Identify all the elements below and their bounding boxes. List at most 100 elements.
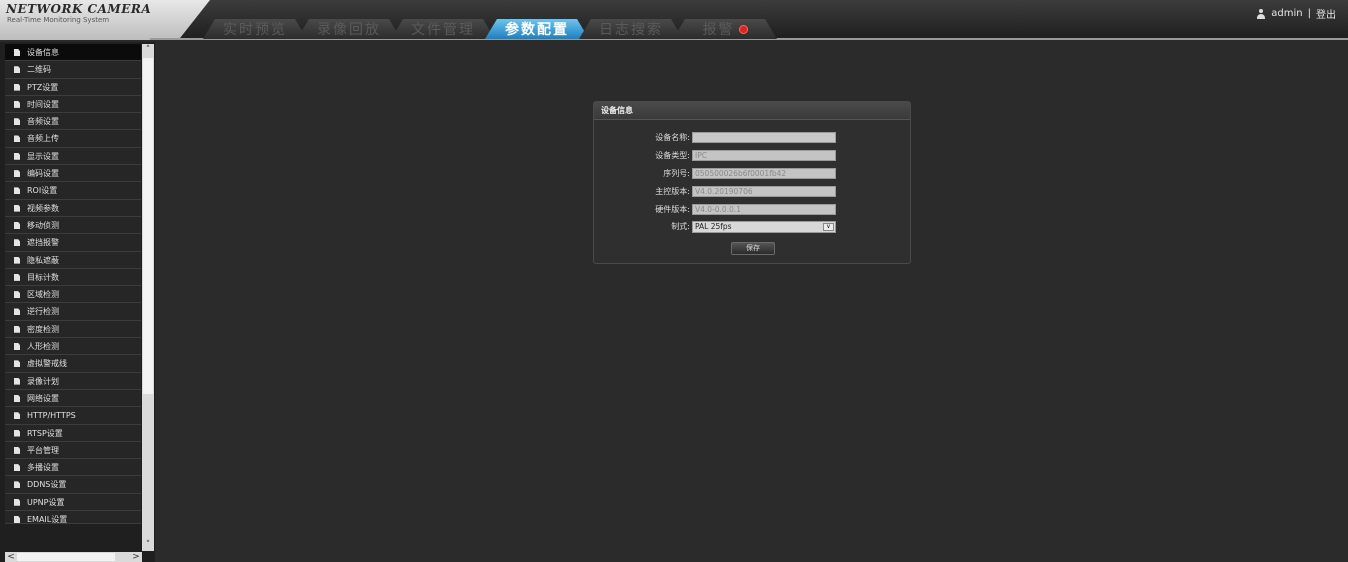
scroll-up-icon[interactable]: ˄ bbox=[142, 44, 154, 56]
user-icon bbox=[1256, 8, 1266, 19]
sidebar-item-display[interactable]: 显示设置 bbox=[5, 147, 141, 166]
sidebar-item-record-schedule[interactable]: 录像计划 bbox=[5, 372, 141, 390]
scroll-down-icon[interactable]: ˅ bbox=[142, 539, 154, 551]
sidebar-item-rtsp[interactable]: RTSP设置 bbox=[5, 424, 141, 442]
sidebar-item-audio-upload[interactable]: 音频上传 bbox=[5, 130, 141, 148]
document-icon bbox=[14, 83, 20, 91]
firmware-version-row: 主控版本: V4.0.20190706 bbox=[594, 186, 912, 198]
video-standard-label: 制式: bbox=[671, 222, 690, 231]
logo: NETWORK CAMERA Real-Time Monitoring Syst… bbox=[0, 0, 210, 40]
document-icon bbox=[14, 100, 20, 108]
serial-number-field: 050500026b6f0001fb42 bbox=[692, 168, 836, 179]
sidebar-item-email[interactable]: EMAIL设置 bbox=[5, 511, 141, 525]
sidebar-item-http-https[interactable]: HTTP/HTTPS bbox=[5, 407, 141, 425]
alarm-indicator-icon bbox=[739, 25, 748, 34]
document-icon bbox=[14, 429, 20, 437]
document-icon bbox=[14, 170, 20, 178]
sidebar-item-upnp[interactable]: UPNP设置 bbox=[5, 493, 141, 512]
tab-log-search[interactable]: 日志搜索 bbox=[579, 19, 683, 39]
document-icon bbox=[14, 481, 20, 489]
chevron-down-icon[interactable]: ∨ bbox=[823, 223, 834, 231]
device-type-row: 设备类型: IPC bbox=[594, 150, 912, 162]
document-icon bbox=[14, 343, 20, 351]
sidebar-item-density-detection[interactable]: 密度检测 bbox=[5, 320, 141, 339]
save-button[interactable]: 保存 bbox=[731, 242, 775, 255]
sidebar-item-network[interactable]: 网络设置 bbox=[5, 389, 141, 408]
device-type-field: IPC bbox=[692, 150, 836, 161]
sidebar-item-reverse-detection[interactable]: 逆行检测 bbox=[5, 303, 141, 321]
document-icon bbox=[14, 464, 20, 472]
tab-parameter-config[interactable]: 参数配置 bbox=[485, 19, 589, 39]
document-icon bbox=[14, 412, 20, 420]
document-icon bbox=[14, 152, 20, 160]
video-standard-select[interactable]: PAL 25fps ∨ bbox=[692, 221, 836, 233]
document-icon bbox=[14, 187, 20, 195]
document-icon bbox=[14, 221, 20, 229]
sidebar-item-region-detection[interactable]: 区域检测 bbox=[5, 286, 141, 304]
logo-title: NETWORK CAMERA bbox=[6, 2, 152, 16]
sidebar-item-ddns[interactable]: DDNS设置 bbox=[5, 476, 141, 494]
sidebar-vertical-scrollbar[interactable]: ˄ ˅ bbox=[142, 44, 154, 551]
sidebar-item-motion-detection[interactable]: 移动侦测 bbox=[5, 216, 141, 235]
serial-number-row: 序列号: 050500026b6f0001fb42 bbox=[594, 168, 912, 180]
logo-subtitle: Real-Time Monitoring System bbox=[7, 16, 110, 24]
document-icon bbox=[14, 291, 20, 299]
sidebar-item-human-detection[interactable]: 人形检测 bbox=[5, 338, 141, 356]
document-icon bbox=[14, 204, 20, 212]
device-name-input[interactable] bbox=[692, 132, 836, 143]
sidebar-item-roi[interactable]: ROI设置 bbox=[5, 182, 141, 200]
tab-file-management[interactable]: 文件管理 bbox=[391, 19, 495, 39]
document-icon bbox=[14, 118, 20, 126]
scroll-right-icon[interactable]: > bbox=[130, 552, 142, 562]
document-icon bbox=[14, 273, 20, 281]
device-name-label: 设备名称: bbox=[655, 133, 690, 142]
hardware-version-field: V4.0-0.0.0.1 bbox=[692, 204, 836, 215]
user-separator: | bbox=[1307, 8, 1311, 19]
document-icon bbox=[14, 325, 20, 333]
vertical-scroll-thumb[interactable] bbox=[143, 58, 153, 394]
sidebar-item-qr-code[interactable]: 二维码 bbox=[5, 61, 141, 79]
sidebar-item-virtual-tripwire[interactable]: 虚拟警戒线 bbox=[5, 355, 141, 373]
scroll-left-icon[interactable]: < bbox=[5, 552, 17, 562]
sidebar-menu: 设备信息 二维码 PTZ设置 时间设置 音频设置 音频上传 显示设置 编码设置 … bbox=[5, 44, 141, 525]
sidebar-item-ptz[interactable]: PTZ设置 bbox=[5, 78, 141, 96]
horizontal-scroll-thumb[interactable] bbox=[17, 553, 115, 561]
firmware-version-field: V4.0.20190706 bbox=[692, 186, 836, 197]
video-standard-value: PAL 25fps bbox=[695, 222, 732, 231]
document-icon bbox=[14, 360, 20, 368]
sidebar: 设备信息 二维码 PTZ设置 时间设置 音频设置 音频上传 显示设置 编码设置 … bbox=[0, 42, 155, 562]
document-icon bbox=[14, 394, 20, 402]
user-area: admin | 登出 bbox=[1256, 6, 1336, 21]
device-info-panel: 设备信息 设备名称: 设备类型: IPC 序列号: 050500026b6f00… bbox=[593, 101, 911, 264]
panel-title: 设备信息 bbox=[594, 102, 910, 120]
document-icon bbox=[14, 516, 20, 524]
tab-live-view[interactable]: 实时预览 bbox=[203, 19, 307, 39]
document-icon bbox=[14, 498, 20, 506]
device-name-row: 设备名称: bbox=[594, 132, 912, 144]
username: admin bbox=[1271, 8, 1303, 19]
sidebar-item-device-info[interactable]: 设备信息 bbox=[5, 44, 141, 62]
sidebar-item-video-params[interactable]: 视频参数 bbox=[5, 199, 141, 217]
hardware-version-label: 硬件版本: bbox=[655, 205, 690, 214]
document-icon bbox=[14, 135, 20, 143]
top-header: NETWORK CAMERA Real-Time Monitoring Syst… bbox=[0, 0, 1348, 40]
sidebar-item-encoding[interactable]: 编码设置 bbox=[5, 165, 141, 183]
sidebar-item-privacy-mask[interactable]: 隐私遮蔽 bbox=[5, 251, 141, 269]
sidebar-item-multicast[interactable]: 多播设置 bbox=[5, 459, 141, 477]
sidebar-item-time[interactable]: 时间设置 bbox=[5, 95, 141, 114]
document-icon bbox=[14, 239, 20, 247]
logout-link[interactable]: 登出 bbox=[1316, 6, 1336, 21]
video-standard-row: 制式: PAL 25fps ∨ bbox=[594, 221, 912, 233]
sidebar-horizontal-scrollbar[interactable]: < > bbox=[5, 552, 142, 562]
serial-number-label: 序列号: bbox=[663, 169, 690, 178]
sidebar-item-platform[interactable]: 平台管理 bbox=[5, 441, 141, 460]
sidebar-item-object-count[interactable]: 目标计数 bbox=[5, 268, 141, 287]
tab-alarm[interactable]: 报警 bbox=[673, 19, 777, 39]
document-icon bbox=[14, 66, 20, 74]
document-icon bbox=[14, 49, 20, 56]
tab-playback[interactable]: 录像回放 bbox=[297, 19, 401, 39]
sidebar-item-tamper-alarm[interactable]: 遮挡报警 bbox=[5, 234, 141, 252]
document-icon bbox=[14, 256, 20, 264]
device-type-label: 设备类型: bbox=[655, 151, 690, 160]
sidebar-item-audio[interactable]: 音频设置 bbox=[5, 113, 141, 131]
